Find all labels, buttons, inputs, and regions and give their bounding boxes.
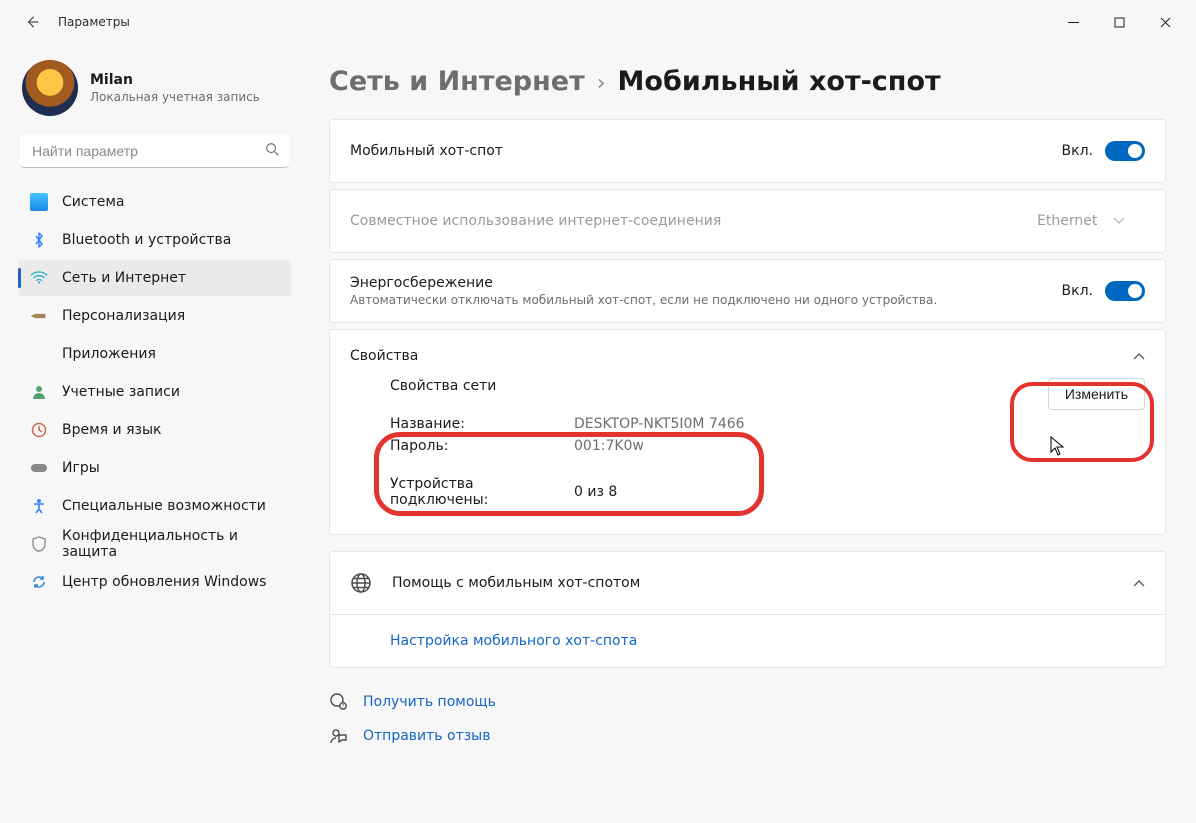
edit-button[interactable]: Изменить <box>1048 378 1145 410</box>
sidebar-item-label: Bluetooth и устройства <box>62 232 231 248</box>
hotspot-state: Вкл. <box>1062 143 1093 159</box>
sidebar-item-accounts[interactable]: Учетные записи <box>18 374 291 410</box>
share-value: Ethernet <box>1037 213 1097 229</box>
globe-time-icon <box>30 421 48 439</box>
search-icon <box>265 142 279 160</box>
card-help: Помощь с мобильным хот-спотом Настройка … <box>329 551 1166 668</box>
sidebar-item-label: Система <box>62 194 124 210</box>
help-icon: ? <box>329 692 349 712</box>
props-dev-value: 0 из 8 <box>574 484 617 500</box>
bluetooth-icon <box>30 231 48 249</box>
content: Сеть и Интернет › Мобильный хот-спот Моб… <box>305 44 1196 823</box>
search-input[interactable] <box>20 134 289 168</box>
avatar <box>22 60 78 116</box>
sidebar-item-system[interactable]: Система <box>18 184 291 220</box>
card-properties: Свойства Свойства сети Изменить Название… <box>329 329 1166 535</box>
back-arrow-icon <box>25 15 39 29</box>
gaming-icon <box>30 459 48 477</box>
profile[interactable]: Milan Локальная учетная запись <box>18 54 291 134</box>
sidebar-item-personalization[interactable]: Персонализация <box>18 298 291 334</box>
hotspot-title: Мобильный хот-спот <box>350 143 1046 159</box>
brush-icon <box>26 303 51 328</box>
props-name-key: Название: <box>390 416 574 432</box>
sidebar-item-label: Приложения <box>62 346 156 362</box>
feedback-icon <box>329 726 349 746</box>
get-help-label: Получить помощь <box>363 694 496 710</box>
props-pass-key: Пароль: <box>390 438 574 454</box>
feedback-link[interactable]: Отправить отзыв <box>329 726 1166 746</box>
window-minimize[interactable] <box>1050 7 1096 37</box>
share-select: Ethernet <box>1025 205 1145 237</box>
sidebar-item-update[interactable]: Центр обновления Windows <box>18 564 291 600</box>
sidebar: Milan Локальная учетная запись Система B… <box>0 44 305 823</box>
feedback-label: Отправить отзыв <box>363 728 490 744</box>
kv-password: Пароль: 001:7K0w <box>390 438 1145 454</box>
sidebar-item-label: Центр обновления Windows <box>62 574 266 590</box>
props-name-value: DESKTOP-NKT5I0M 7466 <box>574 416 745 432</box>
wifi-icon <box>30 269 48 287</box>
hotspot-toggle[interactable] <box>1105 141 1145 161</box>
chevron-up-icon[interactable] <box>1133 575 1145 591</box>
props-section: Свойства сети <box>390 378 496 394</box>
window-close[interactable] <box>1142 7 1188 37</box>
kv-devices: Устройства подключены: 0 из 8 <box>390 476 1145 508</box>
page-title: Мобильный хот-спот <box>618 66 941 97</box>
breadcrumb-sep-icon: › <box>597 71 606 96</box>
accounts-icon <box>30 383 48 401</box>
sidebar-item-time[interactable]: Время и язык <box>18 412 291 448</box>
get-help-link[interactable]: ? Получить помощь <box>329 692 1166 712</box>
update-icon <box>30 573 48 591</box>
help-link[interactable]: Настройка мобильного хот-спота <box>330 615 1165 667</box>
sidebar-item-label: Конфиденциальность и защита <box>62 528 279 560</box>
nav: Система Bluetooth и устройства Сеть и Ин… <box>18 184 291 600</box>
sidebar-item-bluetooth[interactable]: Bluetooth и устройства <box>18 222 291 258</box>
power-state: Вкл. <box>1062 283 1093 299</box>
props-dev-key: Устройства подключены: <box>390 476 574 508</box>
profile-name: Milan <box>90 72 260 88</box>
breadcrumb-parent[interactable]: Сеть и Интернет <box>329 66 585 97</box>
apps-icon <box>30 345 48 363</box>
card-power: Энергосбережение Автоматически отключать… <box>329 259 1166 323</box>
breadcrumb: Сеть и Интернет › Мобильный хот-спот <box>329 66 1166 97</box>
sidebar-item-label: Время и язык <box>62 422 161 438</box>
back-button[interactable] <box>20 10 44 34</box>
svg-text:?: ? <box>342 704 345 710</box>
sidebar-item-network[interactable]: Сеть и Интернет <box>18 260 291 296</box>
sidebar-item-accessibility[interactable]: Специальные возможности <box>18 488 291 524</box>
search <box>20 134 289 168</box>
sidebar-item-gaming[interactable]: Игры <box>18 450 291 486</box>
profile-sub: Локальная учетная запись <box>90 90 260 104</box>
sidebar-item-label: Учетные записи <box>62 384 180 400</box>
sidebar-item-privacy[interactable]: Конфиденциальность и защита <box>18 526 291 562</box>
accessibility-icon <box>30 497 48 515</box>
globe-icon <box>350 572 372 594</box>
card-hotspot: Мобильный хот-спот Вкл. <box>329 119 1166 183</box>
chevron-up-icon[interactable] <box>1133 348 1145 364</box>
sidebar-item-apps[interactable]: Приложения <box>18 336 291 372</box>
window-title: Параметры <box>58 15 130 29</box>
card-share: Совместное использование интернет-соедин… <box>329 189 1166 253</box>
kv-name: Название: DESKTOP-NKT5I0M 7466 <box>390 416 1145 432</box>
chevron-down-icon <box>1113 213 1125 229</box>
sidebar-item-label: Специальные возможности <box>62 498 266 514</box>
sidebar-item-label: Игры <box>62 460 100 476</box>
shield-icon <box>30 535 48 553</box>
power-sub: Автоматически отключать мобильный хот-сп… <box>350 293 1046 307</box>
titlebar: Параметры <box>0 0 1196 44</box>
system-icon <box>30 193 48 211</box>
power-toggle[interactable] <box>1105 281 1145 301</box>
sidebar-item-label: Персонализация <box>62 308 185 324</box>
help-title: Помощь с мобильным хот-спотом <box>392 575 1113 591</box>
power-title: Энергосбережение <box>350 275 1046 291</box>
bottom-links: ? Получить помощь Отправить отзыв <box>329 692 1166 746</box>
props-pass-value: 001:7K0w <box>574 438 644 454</box>
props-header: Свойства <box>350 348 418 364</box>
share-title: Совместное использование интернет-соедин… <box>350 213 1009 229</box>
sidebar-item-label: Сеть и Интернет <box>62 270 186 286</box>
window-maximize[interactable] <box>1096 7 1142 37</box>
